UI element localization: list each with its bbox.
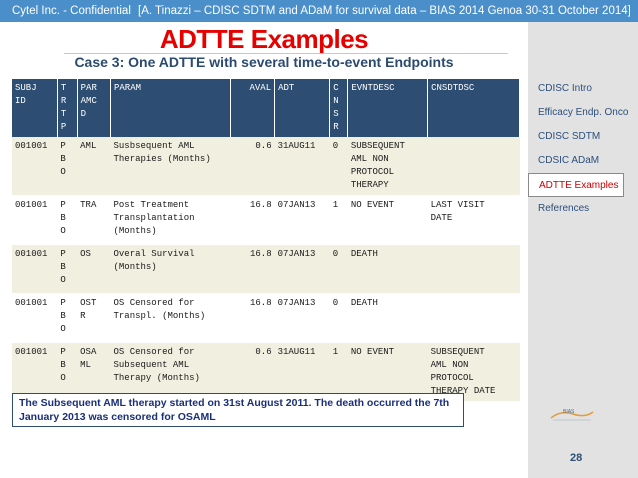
header-trtp: TRTP — [57, 79, 78, 137]
page-number: 28 — [570, 452, 583, 464]
confidential-label: Cytel Inc. - Confidential — [12, 5, 131, 17]
cell-cnsdtdsc — [428, 137, 520, 196]
sidebar-item-cdisc-intro[interactable]: CDISC Intro — [528, 77, 638, 101]
slide-title: ADTTE Examples — [159, 24, 369, 54]
header-param: PARAM — [110, 79, 231, 137]
cell-cnsr: 0 — [332, 141, 339, 151]
cell-cnsdtdsc: LAST VISIT DATE — [430, 200, 485, 223]
sidebar-nav: CDISC Intro Efficacy Endp. Onco CDISC SDTM… — [528, 77, 638, 221]
table-row: 001001 P B O TRA Post Treatment Transplantatio… — [12, 195, 520, 245]
cell-adt: 07JAN13 — [277, 298, 316, 308]
cell-param: Post Treatment Transplantation (Months) — [113, 200, 195, 236]
presentation-reference: [A. Tinazzi – CDISC SDTM and ADaM for su… — [138, 5, 631, 17]
cell-evntdesc: DEATH — [350, 298, 378, 308]
header-cnsr: CNSR — [329, 79, 349, 137]
slide-subtitle: Case 3: One ADTTE with several time-to-e… — [74, 54, 454, 70]
table-row: 001001 P B O AML Susbsequent AML Therapies (Mo… — [12, 137, 520, 196]
cell-trtp: PBO — [60, 298, 66, 334]
header-cnsdtdsc: CNSDTDSC — [427, 79, 520, 137]
cell-aval: 16.8 — [250, 298, 272, 308]
cell-evntdesc: DEATH — [350, 249, 378, 259]
cell-adt: 31AUG11 — [277, 141, 316, 151]
cell-cnsr: 0 — [332, 249, 339, 259]
cell-paramcd: OST R — [80, 298, 97, 321]
cell-cnsr: 0 — [332, 298, 339, 308]
sidebar-item-cdisc-sdtm[interactable]: CDISC SDTM — [528, 125, 638, 149]
explanation-note: The Subsequent AML therapy started on 31… — [12, 393, 464, 427]
sidebar-item-references[interactable]: References — [528, 197, 638, 221]
cell-param: Overal Survival (Months) — [113, 249, 195, 272]
cell-paramcd: AML — [80, 141, 97, 151]
table-row: 001001 P B O OST R OS Censored for Transpl. (Mo… — [12, 293, 520, 343]
header-paramcd: PAR AMC D — [77, 79, 112, 137]
bias-logo: BIAS — [550, 409, 594, 421]
cell-aval: 0.6 — [255, 141, 272, 151]
cell-cnsdtdsc — [428, 294, 520, 343]
cell-evntdesc: SUBSEQUENT AML NON PROTOCOL THERAPY — [350, 141, 405, 190]
cell-aval: 16.8 — [250, 200, 272, 210]
sidebar-item-adtte-examples[interactable]: ADTTE Examples — [528, 173, 624, 197]
cell-param: OS Censored for Transpl. (Months) — [113, 298, 206, 321]
cell-aval: 16.8 — [250, 249, 272, 259]
logo-text: BIAS — [563, 409, 575, 415]
sidebar-item-efficacy-endp-onco[interactable]: Efficacy Endp. Onco — [528, 101, 638, 125]
adtte-table: SUBJ ID TRTP PAR AMC D PARAM AVAL ADT CNSR … — [12, 79, 520, 402]
cell-trtp: PBO — [60, 249, 66, 285]
cell-evntdesc: NO EVENT — [350, 200, 395, 210]
cell-adt: 07JAN13 — [277, 200, 316, 210]
header-aval: AVAL — [230, 79, 276, 137]
table-header-row: SUBJ ID TRTP PAR AMC D PARAM AVAL ADT CNSR … — [12, 79, 520, 137]
table-row: 001001 P B O OS Overal Survival (Months) 16.8 07… — [12, 244, 520, 294]
cell-trtp: PBO — [60, 200, 66, 236]
cell-cnsr: 1 — [332, 200, 339, 210]
cell-paramcd: OS — [80, 249, 91, 259]
cell-trtp: PBO — [60, 141, 66, 177]
cell-adt: 07JAN13 — [277, 249, 316, 259]
sidebar-item-cdsic-adam[interactable]: CDSIC ADaM — [528, 149, 638, 173]
cell-subjid: 001001 — [15, 200, 48, 210]
cell-subjid: 001001 — [15, 249, 48, 259]
header-bar: Cytel Inc. - Confidential [A. Tinazzi – … — [0, 0, 638, 22]
cell-paramcd: TRA — [80, 200, 97, 210]
cell-param: Susbsequent AML Therapies (Months) — [113, 141, 211, 164]
header-evntdesc: EVNTDESC — [347, 79, 429, 137]
header-subjid: SUBJ ID — [12, 79, 58, 137]
cell-subjid: 001001 — [15, 141, 48, 151]
header-adt: ADT — [274, 79, 331, 137]
cell-cnsdtdsc — [428, 245, 520, 294]
cell-subjid: 001001 — [15, 298, 48, 308]
